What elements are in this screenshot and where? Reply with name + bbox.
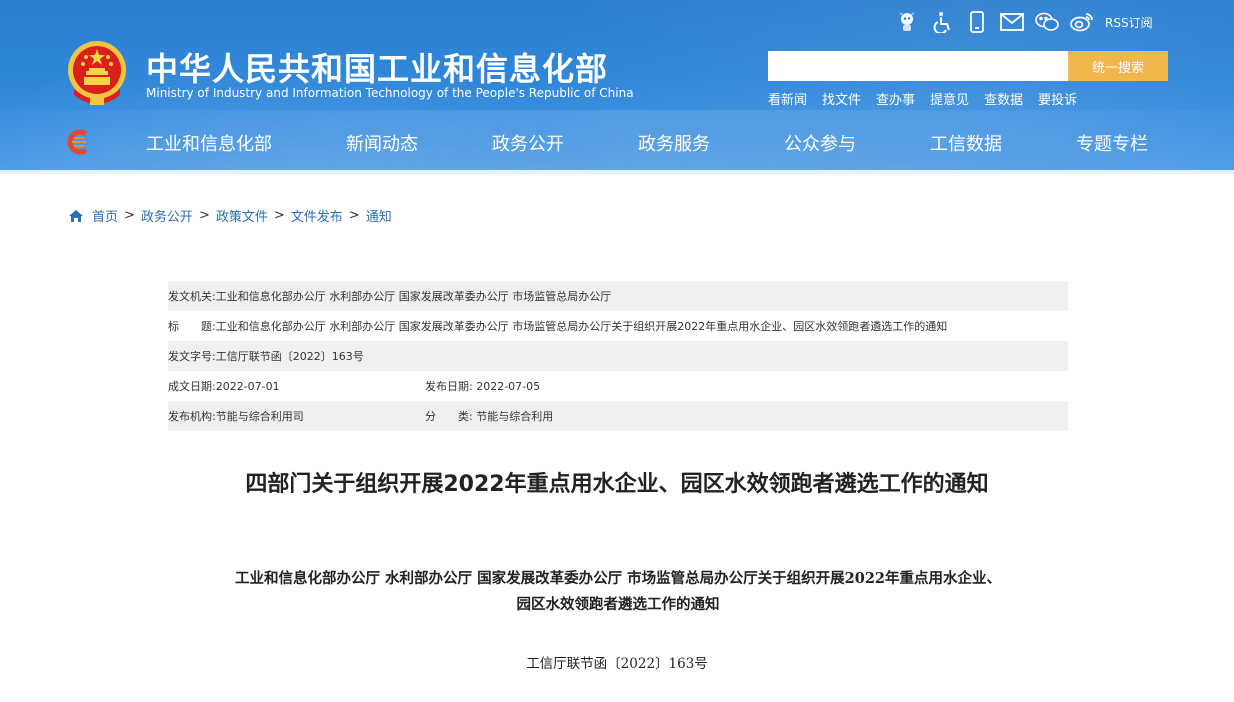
breadcrumb-notice[interactable]: 通知	[366, 206, 392, 225]
search-input[interactable]	[768, 51, 1068, 81]
info-row-docno: 发文字号: 工信厅联节函〔2022〕163号	[168, 341, 1068, 371]
breadcrumb-separator: >	[273, 208, 285, 223]
issuer-value: 工业和信息化部办公厅 水利部办公厅 国家发展改革委办公厅 市场监管总局办公厅	[215, 290, 612, 303]
rss-link[interactable]: RSS订阅	[1105, 14, 1153, 31]
weibo-icon[interactable]	[1070, 10, 1094, 34]
category-cell: 分 类: 节能与综合利用	[425, 408, 553, 424]
nav-item-participation[interactable]: 公众参与	[784, 130, 856, 156]
published-date-cell: 发布日期: 2022-07-05	[425, 378, 540, 394]
breadcrumb-separator: >	[198, 208, 210, 223]
title-value: 工业和信息化部办公厅 水利部办公厅 国家发展改革委办公厅 市场监管总局办公厅关于…	[215, 320, 948, 333]
nav-item-news[interactable]: 新闻动态	[346, 130, 418, 156]
robot-icon[interactable]	[895, 10, 919, 34]
national-emblem-icon[interactable]	[66, 39, 128, 107]
site-header: 中华人民共和国工业和信息化部 Ministry of Industry and …	[0, 0, 1234, 174]
docno-label: 发文字号:	[168, 350, 216, 363]
nav-item-open-government[interactable]: 政务公开	[492, 130, 564, 156]
quick-link-complaint[interactable]: 要投诉	[1038, 89, 1077, 108]
breadcrumb-separator: >	[348, 208, 360, 223]
breadcrumb-file-release[interactable]: 文件发布	[291, 206, 343, 225]
info-row-org: 发布机构: 节能与综合利用司 分 类: 节能与综合利用	[168, 401, 1068, 431]
accessibility-icon[interactable]	[930, 10, 954, 34]
home-icon[interactable]	[68, 208, 84, 224]
org-value: 节能与综合利用司	[215, 410, 304, 423]
article-doc-number: 工信厅联节函〔2022〕163号	[526, 656, 708, 672]
quick-link-files[interactable]: 找文件	[822, 89, 861, 108]
quick-link-feedback[interactable]: 提意见	[930, 89, 969, 108]
nav-item-ministry[interactable]: 工业和信息化部	[146, 130, 272, 156]
quick-links: 看新闻 找文件 查办事 提意见 查数据 要投诉	[768, 89, 1092, 108]
site-title[interactable]: 中华人民共和国工业和信息化部	[146, 44, 608, 90]
published-date-value: 2022-07-05	[476, 380, 541, 393]
article-subtitle: 工业和信息化部办公厅 水利部办公厅 国家发展改革委办公厅 市场监管总局办公厅关于…	[168, 566, 1068, 618]
document-info-table: 发文机关: 工业和信息化部办公厅 水利部办公厅 国家发展改革委办公厅 市场监管总…	[168, 281, 1068, 431]
search-button[interactable]: 统一搜索	[1068, 51, 1168, 81]
mobile-icon[interactable]	[965, 10, 989, 34]
quick-link-news[interactable]: 看新闻	[768, 89, 807, 108]
created-date-label: 成文日期:	[168, 380, 216, 393]
issuer-label: 发文机关:	[168, 290, 216, 303]
breadcrumb-home[interactable]: 首页	[92, 206, 118, 225]
info-row-issuer: 发文机关: 工业和信息化部办公厅 水利部办公厅 国家发展改革委办公厅 市场监管总…	[168, 281, 1068, 311]
breadcrumb-open-government[interactable]: 政务公开	[141, 206, 193, 225]
nav-item-services[interactable]: 政务服务	[638, 130, 710, 156]
docno-value: 工信厅联节函〔2022〕163号	[215, 350, 364, 363]
breadcrumb: 首页 > 政务公开 > 政策文件 > 文件发布 > 通知	[68, 206, 392, 225]
main-nav: 工业和信息化部 新闻动态 政务公开 政务服务 公众参与 工信数据 专题专栏	[0, 130, 1234, 158]
quick-link-services[interactable]: 查办事	[876, 89, 915, 108]
quick-link-data[interactable]: 查数据	[984, 89, 1023, 108]
wechat-icon[interactable]	[1035, 10, 1059, 34]
mail-icon[interactable]	[1000, 10, 1024, 34]
org-label: 发布机构:	[168, 410, 216, 423]
article-subtitle-line: 工业和信息化部办公厅 水利部办公厅 国家发展改革委办公厅 市场监管总局办公厅关于…	[235, 570, 1001, 587]
top-utility-bar: RSS订阅	[895, 8, 1153, 36]
info-row-title: 标 题: 工业和信息化部办公厅 水利部办公厅 国家发展改革委办公厅 市场监管总局…	[168, 311, 1068, 341]
nav-item-data[interactable]: 工信数据	[930, 130, 1002, 156]
header-divider	[0, 170, 1234, 174]
title-label: 标 题:	[168, 320, 216, 333]
created-date-value: 2022-07-01	[215, 379, 280, 393]
article-subtitle-line: 园区水效领跑者遴选工作的通知	[516, 596, 720, 613]
site-subtitle: Ministry of Industry and Information Tec…	[146, 86, 634, 100]
breadcrumb-separator: >	[124, 208, 135, 223]
published-date-label: 发布日期:	[425, 380, 473, 393]
nav-item-topics[interactable]: 专题专栏	[1076, 130, 1148, 156]
info-row-dates: 成文日期: 2022-07-01 发布日期: 2022-07-05	[168, 371, 1068, 401]
article-title: 四部门关于组织开展2022年重点用水企业、园区水效领跑者遴选工作的通知	[245, 472, 989, 497]
category-label: 分 类:	[425, 410, 473, 423]
category-value: 节能与综合利用	[476, 410, 554, 423]
breadcrumb-policy-files[interactable]: 政策文件	[216, 206, 268, 225]
